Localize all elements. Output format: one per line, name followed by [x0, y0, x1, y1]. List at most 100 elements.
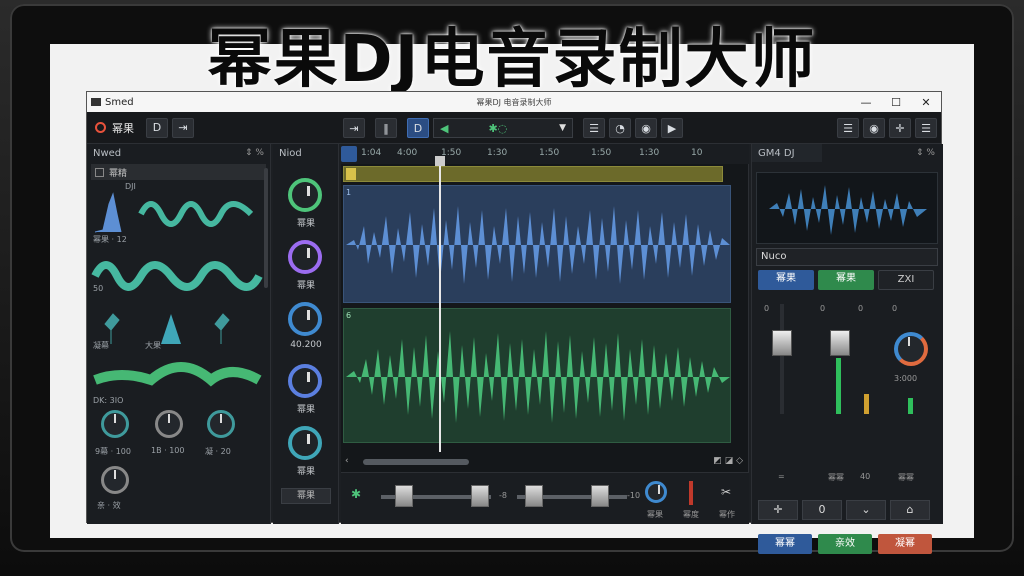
library-item-header[interactable]: 幂精 — [91, 164, 266, 180]
clock-button[interactable]: ◔ — [609, 118, 631, 138]
fader-value-3: 0 — [858, 304, 864, 313]
sample-wave-2 — [91, 261, 263, 291]
library-knob-2[interactable] — [155, 410, 183, 438]
ruler-tick-5: 1:50 — [539, 148, 560, 158]
fader-3[interactable] — [525, 485, 543, 507]
scissors-icon[interactable]: ✂ — [721, 485, 731, 499]
track-select[interactable]: ◀ ✱◌ ▼ — [433, 118, 573, 138]
minimize-button[interactable]: — — [851, 92, 881, 112]
deck-button[interactable]: D — [407, 118, 429, 138]
toolbar-right: ☰ ◉ ✛ ☰ — [833, 118, 937, 138]
action-button-red[interactable]: 凝幂 — [878, 534, 932, 554]
effects-panel: Niod 幂果 幂果 40.200 幂果 幂果 幂果 — [273, 144, 339, 524]
brand-label: 幂果 — [112, 121, 134, 135]
main-toolbar: 幂果 D ⇥ ⇥ ‖ D ◀ ✱◌ ▼ ☰ ◔ ◉ ▶ ☰ ◉ ✛ ☰ — [87, 112, 941, 144]
transport-controls: ⇥ ‖ D ◀ ✱◌ ▼ ☰ ◔ ◉ ▶ — [339, 118, 683, 138]
effect-knob-1[interactable] — [288, 178, 322, 212]
maximize-button[interactable]: ☐ — [881, 92, 911, 112]
fader-4[interactable] — [591, 485, 609, 507]
close-button[interactable]: ✕ — [911, 92, 941, 112]
library-header: Nwed ⇕ % — [87, 144, 270, 162]
marker-flag-icon[interactable] — [346, 168, 356, 180]
timeline-ruler[interactable]: 1:04 4:00 1:50 1:30 1:50 1:50 1:30 10 — [341, 144, 749, 164]
playhead[interactable] — [435, 156, 445, 452]
zoom-icons[interactable]: ◩ ◪ ◇ — [713, 456, 743, 466]
checkbox-icon[interactable] — [95, 167, 104, 177]
play-button[interactable]: ▶ — [661, 118, 683, 138]
library-knob-label-1: 9幕 · 100 — [95, 447, 131, 456]
library-knob-label-2: 1B · 100 — [151, 446, 185, 455]
gain-knob[interactable] — [894, 332, 928, 366]
effects-footer-button[interactable]: 幂果 — [281, 488, 331, 504]
effect-knob-label-4: 幂果 — [296, 405, 315, 415]
home-button[interactable]: ⌂ — [890, 500, 930, 520]
track-select-value: ✱◌ — [488, 121, 508, 135]
effect-knob-3[interactable] — [288, 302, 322, 336]
list-button[interactable]: ☰ — [837, 118, 859, 138]
mixer-knob[interactable] — [645, 481, 667, 503]
skip-button[interactable]: ⇥ — [343, 118, 365, 138]
action-button-blue[interactable]: 幂幂 — [758, 534, 812, 554]
library-item-label: 幂精 — [109, 168, 128, 179]
timeline-scrollbar[interactable]: ‹ ◩ ◪ ◇ — [345, 456, 745, 468]
app-name: Smed — [105, 96, 134, 108]
chevron-button[interactable]: ⌄ — [846, 500, 886, 520]
zero-button[interactable]: 0 — [802, 500, 842, 520]
library-knob-label-4: 亲 · 效 — [97, 501, 121, 510]
right-header-icons[interactable]: ⇕ % — [916, 148, 935, 158]
mixer-green-icon[interactable]: ✱ — [351, 487, 361, 501]
loop-button[interactable] — [341, 146, 357, 162]
ruler-tick-7: 1:30 — [639, 148, 660, 158]
effect-knob-5[interactable] — [288, 426, 322, 460]
settings-menu-button[interactable]: ☰ — [915, 118, 937, 138]
ruler-tick-1: 1:04 — [361, 148, 382, 158]
pause-button[interactable]: ‖ — [375, 118, 397, 138]
marker-bar[interactable] — [343, 166, 723, 182]
brand: 幂果 — [95, 120, 134, 136]
level-meter-3 — [908, 398, 913, 414]
library-knob-3[interactable] — [207, 410, 235, 438]
preset-dropdown[interactable]: Nuco — [756, 248, 938, 266]
library-header-icons[interactable]: ⇕ % — [245, 148, 264, 158]
library-label-3: 50 — [93, 284, 104, 293]
split-button[interactable]: ⇥ — [172, 117, 194, 138]
track-1-clip[interactable]: 1 — [343, 185, 731, 303]
preview-waveform — [756, 172, 938, 244]
red-meter — [689, 481, 693, 505]
add-button[interactable]: ✛ — [889, 118, 911, 138]
vfader-rail-1 — [780, 304, 784, 414]
ruler-tick-4: 1:30 — [487, 148, 508, 158]
action-button-green[interactable]: 亲效 — [818, 534, 872, 554]
title-bar: Smed 幂果DJ 电音录制大师 — ☐ ✕ — [87, 92, 941, 112]
tab-3[interactable]: ZXI — [878, 270, 934, 290]
library-knob-label-3: 凝 · 20 — [205, 447, 231, 456]
track-2-clip[interactable]: 6 — [343, 308, 731, 443]
tab-1[interactable]: 幂果 — [758, 270, 814, 290]
gain-knob-value: 3:000 — [894, 374, 918, 383]
monitor-button[interactable]: ◉ — [863, 118, 885, 138]
effects-header: Niod — [273, 144, 338, 162]
add-icon-button[interactable]: ✛ — [758, 500, 798, 520]
fader-1[interactable] — [395, 485, 413, 507]
scroll-thumb[interactable] — [363, 459, 469, 465]
effect-knob-4[interactable] — [288, 364, 322, 398]
menu-button[interactable]: ☰ — [583, 118, 605, 138]
fader-2[interactable] — [471, 485, 489, 507]
library-knob-4[interactable] — [101, 466, 129, 494]
chevron-down-icon: ▼ — [559, 123, 566, 133]
tab-2[interactable]: 幂果 — [818, 270, 874, 290]
headline-title: 幂果DJ电音录制大师 — [207, 23, 817, 97]
scroll-left-icon[interactable]: ‹ — [345, 456, 349, 466]
vfader-1[interactable] — [772, 330, 792, 356]
level-meter-1 — [836, 358, 841, 414]
effect-knob-label-2: 幂果 — [296, 281, 315, 291]
d-button[interactable]: D — [146, 117, 168, 138]
record-icon[interactable] — [95, 122, 106, 133]
effect-knob-2[interactable] — [288, 240, 322, 274]
vfader-2[interactable] — [830, 330, 850, 356]
effect-knob-label-1: 幂果 — [296, 219, 315, 229]
record-button[interactable]: ◉ — [635, 118, 657, 138]
mixer-label-5: 幂作 — [719, 510, 735, 519]
library-knob-1[interactable] — [101, 410, 129, 438]
app-icon — [91, 98, 101, 106]
